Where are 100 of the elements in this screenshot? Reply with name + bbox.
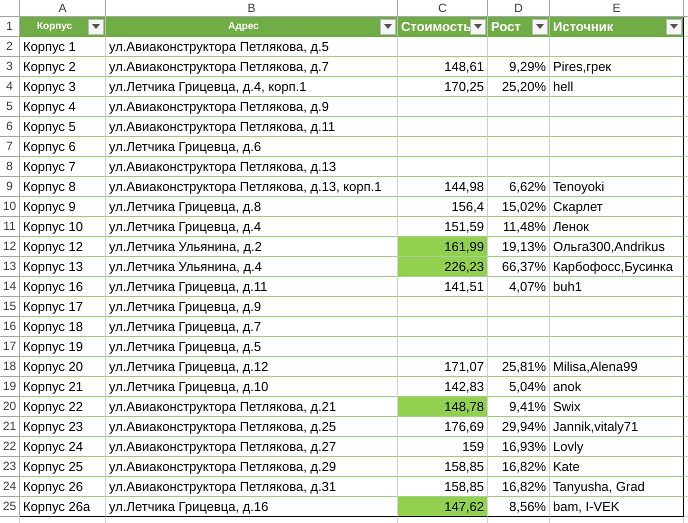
table-cell: 226,23 [398, 257, 488, 277]
table-cell: Корпус 16 [20, 277, 106, 297]
table-cell: Ленок [550, 217, 684, 237]
table-cell: Kate [550, 457, 684, 477]
table-cell: 16,82% [488, 477, 550, 497]
table-cell: ул.Авиаконструктора Петлякова, д.13 [106, 157, 398, 177]
table-cell: 141,51 [398, 277, 488, 297]
row-number: 19 [0, 377, 20, 397]
table-cell: Корпус 17 [20, 297, 106, 317]
table-cell: bam, I-VEK [550, 497, 684, 517]
column-header: Адрес [227, 20, 260, 34]
table-cell: 15,02% [488, 197, 550, 217]
table-cell: Jannik,vitaly71 [550, 417, 684, 437]
table-cell: Корпус 24 [20, 437, 106, 457]
row-number: 7 [0, 137, 20, 157]
row-number: 16 [0, 317, 20, 337]
table-cell: 156,4 [398, 197, 488, 217]
table-cell [488, 297, 550, 317]
column-letter: B [106, 0, 398, 17]
table-cell: 29,94% [488, 417, 550, 437]
table-cell: 176,69 [398, 417, 488, 437]
table-cell: Tanyusha, Grad [550, 477, 684, 497]
table-cell: ул.Летчика Грицевца, д.5 [106, 337, 398, 357]
table-cell: Корпус 8 [20, 177, 106, 197]
table-cell: 25,20% [488, 77, 550, 97]
table-cell: 19,13% [488, 237, 550, 257]
table-cell: 16,82% [488, 457, 550, 477]
table-cell: 159 [398, 437, 488, 457]
table-cell: Корпус 20 [20, 357, 106, 377]
table-cell: anok [550, 377, 684, 397]
column-letter: E [550, 0, 684, 17]
column-header: Корпус [36, 20, 74, 34]
table-cell: Milisa,Alena99 [550, 357, 684, 377]
filter-button[interactable] [88, 18, 104, 34]
table-cell: 148,61 [398, 57, 488, 77]
row-number: 20 [0, 397, 20, 417]
filter-button[interactable] [532, 18, 548, 34]
filter-button[interactable] [470, 18, 486, 34]
table-cell: 11,48% [488, 217, 550, 237]
table-cell: ул.Летчика Грицевца, д.7 [106, 317, 398, 337]
row-number: 5 [0, 97, 20, 117]
table-cell: Корпус 21 [20, 377, 106, 397]
table-cell: ул.Авиаконструктора Петлякова, д.25 [106, 417, 398, 437]
table-cell: ул.Летчика Грицевца, д.16 [106, 497, 398, 517]
column-header: Стоимость [401, 18, 468, 36]
table-cell: 5,04% [488, 377, 550, 397]
table-cell: Корпус 5 [20, 117, 106, 137]
table-cell: Корпус 2 [20, 57, 106, 77]
table-cell: ул.Летчика Грицевца, д.4, корп.1 [106, 77, 398, 97]
table-cell: 8,56% [488, 497, 550, 517]
table-cell [488, 317, 550, 337]
table-cell: Корпус 25 [20, 457, 106, 477]
table-cell: Корпус 10 [20, 217, 106, 237]
row-number: 22 [0, 437, 20, 457]
row-number: 14 [0, 277, 20, 297]
table-cell: hell [550, 77, 684, 97]
table-cell: 170,25 [398, 77, 488, 97]
table-cell: ул.Авиаконструктора Петлякова, д.9 [106, 97, 398, 117]
row-number: 18 [0, 357, 20, 377]
row-number: 6 [0, 117, 20, 137]
table-cell: Корпус 7 [20, 157, 106, 177]
table-cell: ул.Авиаконструктора Петлякова, д.31 [106, 477, 398, 497]
table-cell: Корпус 26а [20, 497, 106, 517]
table-cell: Корпус 19 [20, 337, 106, 357]
table-cell: ул.Летчика Грицевца, д.12 [106, 357, 398, 377]
table-cell: Корпус 26 [20, 477, 106, 497]
table-cell [488, 137, 550, 157]
table-cell: Swix [550, 397, 684, 417]
row-number: 2 [0, 37, 20, 57]
filter-button[interactable] [380, 18, 396, 34]
table-cell: ул.Авиаконструктора Петлякова, д.29 [106, 457, 398, 477]
table-cell: 9,41% [488, 397, 550, 417]
table-cell: Корпус 3 [20, 77, 106, 97]
row-number: 9 [0, 177, 20, 197]
table-cell: ул.Летчика Ульянина, д.4 [106, 257, 398, 277]
table-cell: 4,07% [488, 277, 550, 297]
row-number: 11 [0, 217, 20, 237]
table-cell: 16,93% [488, 437, 550, 457]
table-cell: Карбофосс,Бусинка [550, 257, 684, 277]
caret-icon [670, 24, 678, 29]
table-cell: 9,29% [488, 57, 550, 77]
column-letter: A [20, 0, 106, 17]
table-cell [488, 97, 550, 117]
table-cell: ул.Авиаконструктора Петлякова, д.7 [106, 57, 398, 77]
table-cell: Корпус 4 [20, 97, 106, 117]
table-cell: ул.Авиаконструктора Петлякова, д.11 [106, 117, 398, 137]
table-cell: 144,98 [398, 177, 488, 197]
table-cell [488, 157, 550, 177]
filter-button[interactable] [666, 18, 682, 34]
table-cell: ул.Авиаконструктора Петлякова, д.27 [106, 437, 398, 457]
row-number: 21 [0, 417, 20, 437]
table-cell: Корпус 13 [20, 257, 106, 277]
row-number: 15 [0, 297, 20, 317]
caret-icon [536, 24, 544, 29]
table-cell: 25,81% [488, 357, 550, 377]
row-number: 13 [0, 257, 20, 277]
table-cell: ул.Авиаконструктора Петлякова, д.13, корп.1 [106, 177, 398, 197]
corner-cell [0, 0, 20, 17]
row-number: 25 [0, 497, 20, 517]
caret-icon [474, 24, 482, 29]
